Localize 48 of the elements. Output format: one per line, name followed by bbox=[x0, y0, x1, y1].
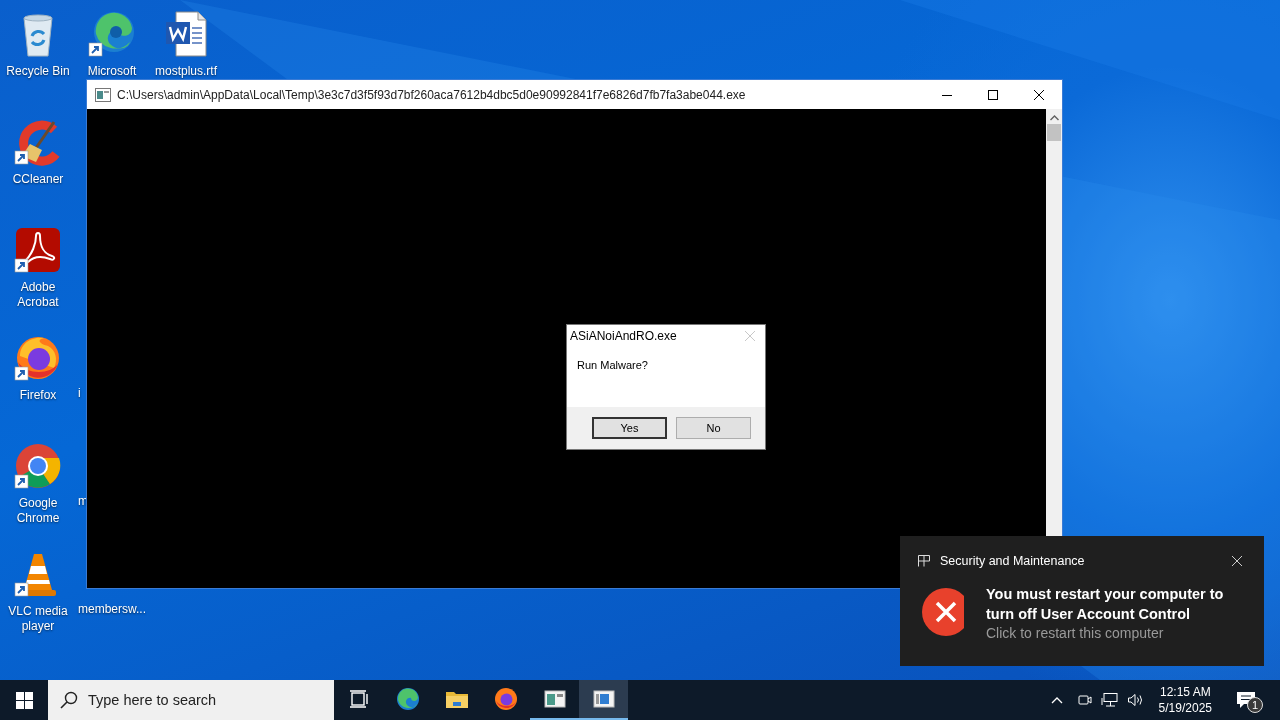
notification-source: Security and Maintenance bbox=[940, 554, 1086, 568]
close-icon bbox=[1034, 89, 1044, 100]
volume-icon[interactable] bbox=[1126, 692, 1145, 708]
maximize-icon bbox=[988, 89, 998, 100]
scroll-up-icon[interactable] bbox=[1049, 114, 1059, 122]
dialog-button[interactable]: Yes bbox=[592, 417, 667, 439]
dialog-title: ASiANoiAndRO.exe bbox=[570, 329, 678, 343]
desktop-shortcut[interactable]: Recycle Bin bbox=[0, 4, 76, 79]
desktop-shortcut[interactable]: Microsoft bbox=[74, 4, 150, 79]
error-icon bbox=[922, 588, 964, 636]
desktop-shortcut[interactable]: CCleaner bbox=[0, 112, 76, 187]
chevron-up-icon[interactable] bbox=[1050, 696, 1063, 704]
app-window-icon bbox=[542, 687, 567, 711]
browser-icon bbox=[14, 442, 62, 490]
browser-icon bbox=[14, 334, 62, 382]
search-icon bbox=[60, 691, 78, 709]
camera-icon[interactable] bbox=[1076, 692, 1093, 708]
clock-date: 5/19/2025 bbox=[1158, 700, 1212, 716]
desktop-shortcut[interactable]: mostplus.rtf bbox=[148, 4, 224, 79]
notification-text[interactable]: Click to restart this computer bbox=[986, 624, 1246, 642]
cleaner-icon bbox=[14, 118, 62, 166]
scrollbar-thumb[interactable] bbox=[1047, 124, 1061, 141]
shield-flag-icon bbox=[918, 555, 930, 567]
clock-time: 12:15 AM bbox=[1159, 684, 1211, 700]
desktop-shortcut[interactable]: Firefox bbox=[0, 328, 76, 403]
notification-center-button[interactable]: 1 bbox=[1226, 680, 1266, 720]
browser-icon bbox=[395, 687, 420, 711]
windows-logo-icon bbox=[15, 691, 33, 709]
network-icon[interactable] bbox=[1100, 692, 1119, 708]
clock[interactable]: 12:15 AM 5/19/2025 bbox=[1158, 684, 1212, 716]
close-icon[interactable] bbox=[1232, 556, 1242, 566]
search-field[interactable]: Type here to search bbox=[48, 680, 334, 720]
desktop-shortcut[interactable]: VLC media player bbox=[0, 544, 76, 634]
notification-title: You must restart your computer to turn off User Account Control bbox=[986, 585, 1225, 624]
console-app-icon bbox=[95, 87, 111, 102]
browser-icon bbox=[88, 10, 136, 58]
icon-label: i bbox=[78, 386, 81, 401]
pdf-icon bbox=[14, 226, 62, 274]
dialog-message: Run Malware? bbox=[577, 359, 648, 371]
browser-icon bbox=[493, 687, 518, 711]
desktop-shortcut[interactable]: Google Chrome bbox=[0, 436, 76, 526]
app-window-icon bbox=[591, 687, 616, 711]
window-title: C:\Users\admin\AppData\Local\Temp\3e3c7d3f5f93d7bf260aca7612b4dbc5d0e90992841f7e6826d7fb7fa3abe044.exe bbox=[117, 87, 747, 102]
desktop-shortcut[interactable]: Adobe Acrobat bbox=[0, 220, 76, 310]
icon-label: membersw... bbox=[78, 602, 146, 617]
dialog-button[interactable]: No bbox=[676, 417, 751, 439]
taskbar-button[interactable] bbox=[579, 680, 628, 720]
notification-count: 1 bbox=[1247, 697, 1263, 713]
